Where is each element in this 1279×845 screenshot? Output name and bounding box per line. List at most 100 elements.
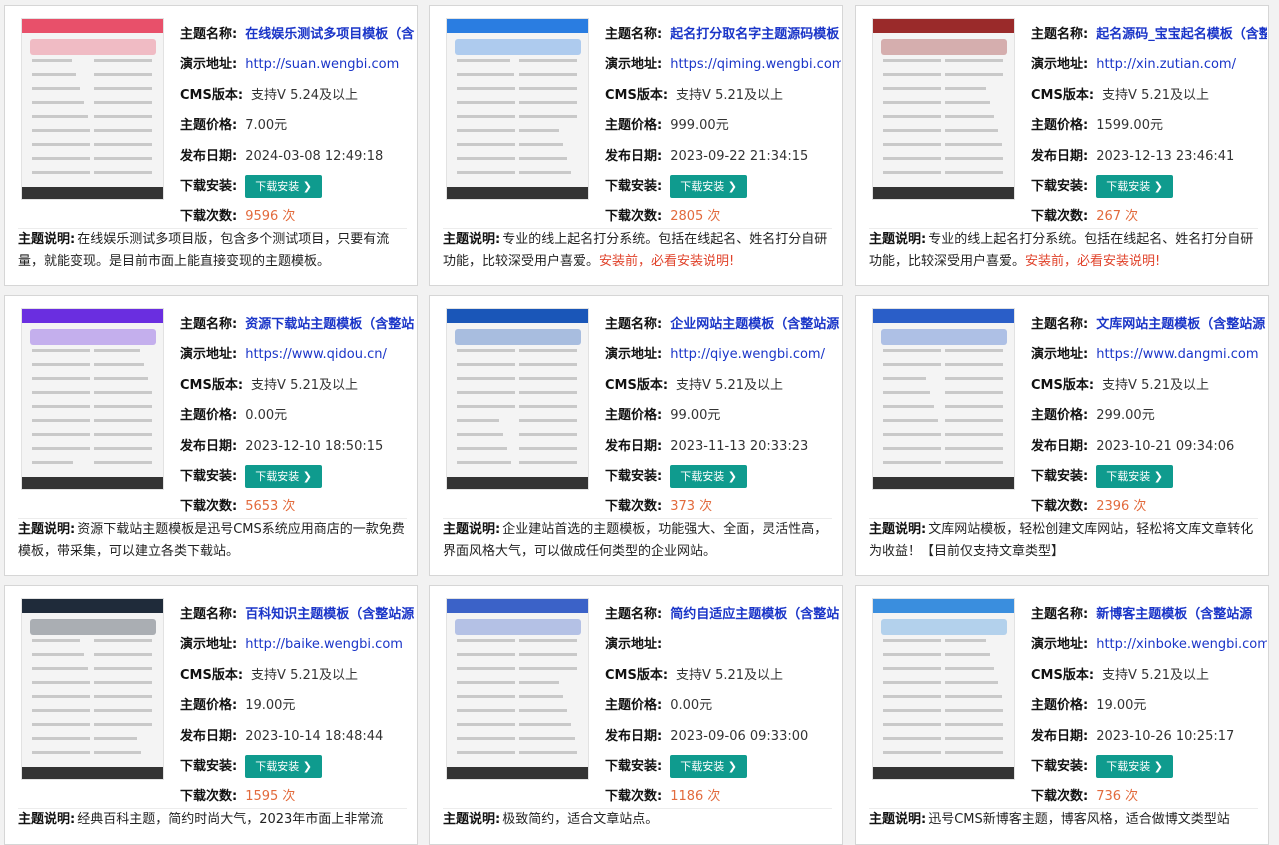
download-install-button[interactable]: 下载安装 ❯ bbox=[670, 754, 747, 778]
theme-card: 主题名称: 新博客主题模板（含整站源 演示地址: http://xinboke.we… bbox=[855, 585, 1269, 845]
theme-price: 299.00元 bbox=[1096, 408, 1155, 424]
theme-name-link[interactable]: 起名打分取名字主题源码模板 bbox=[670, 27, 839, 42]
cms-version: 支持V 5.21及以上 bbox=[676, 667, 784, 683]
release-date: 2023-11-13 20:33:23 bbox=[670, 438, 809, 454]
download-count: 736 次 bbox=[1096, 789, 1139, 805]
theme-price: 99.00元 bbox=[670, 408, 721, 424]
desc-text: 文库网站模板，轻松创建文库网站，轻松将文库文章转化为收益！【目前仅支持文章类型】 bbox=[869, 522, 1254, 559]
theme-description: 主题说明: 资源下载站主题模板是迅号CMS系统应用商店的一款免费模板，带采集，可以… bbox=[18, 518, 407, 563]
theme-description: 主题说明: 专业的线上起名打分系统。包括在线起名、姓名打分自研功能，比较深受用户喜… bbox=[869, 228, 1258, 273]
name-label: 主题名称: bbox=[1031, 607, 1089, 622]
download-count: 373 次 bbox=[670, 499, 713, 515]
theme-preview-image[interactable] bbox=[21, 598, 164, 780]
theme-price: 19.00元 bbox=[1096, 698, 1147, 714]
demo-url-link[interactable]: https://www.dangmi.com bbox=[1096, 347, 1258, 362]
demo-url-link[interactable]: https://qiming.wengbi.com bbox=[670, 57, 841, 72]
demo-url-link[interactable]: http://suan.wengbi.com bbox=[245, 57, 399, 72]
demo-url-link[interactable]: http://baike.wengbi.com bbox=[245, 637, 403, 652]
theme-price: 1599.00元 bbox=[1096, 118, 1163, 134]
price-label: 主题价格: bbox=[1031, 118, 1089, 134]
release-date: 2023-12-10 18:50:15 bbox=[245, 438, 384, 454]
desc-label: 主题说明: bbox=[443, 812, 501, 827]
demo-label: 演示地址: bbox=[180, 637, 238, 653]
cms-label: CMS版本: bbox=[1031, 667, 1095, 683]
demo-label: 演示地址: bbox=[1031, 637, 1089, 653]
price-label: 主题价格: bbox=[605, 698, 663, 714]
cms-version: 支持V 5.21及以上 bbox=[1102, 87, 1210, 103]
download-install-button[interactable]: 下载安装 ❯ bbox=[1096, 464, 1173, 488]
download-count: 2805 次 bbox=[670, 209, 721, 225]
desc-text: 经典百科主题，简约时尚大气，2023年市面上非常流 bbox=[77, 812, 384, 827]
name-label: 主题名称: bbox=[180, 317, 238, 332]
cms-label: CMS版本: bbox=[605, 377, 669, 393]
downloads-label: 下载次数: bbox=[1031, 789, 1089, 805]
downloads-label: 下载次数: bbox=[180, 499, 238, 515]
demo-url-link[interactable]: http://xinboke.wengbi.com/ bbox=[1096, 637, 1267, 652]
theme-name-link[interactable]: 文库网站主题模板（含整站源 bbox=[1096, 317, 1265, 332]
demo-url-link[interactable]: https://www.qidou.cn/ bbox=[245, 347, 387, 362]
demo-label: 演示地址: bbox=[1031, 57, 1089, 73]
download-install-button[interactable]: 下载安装 ❯ bbox=[1096, 174, 1173, 198]
demo-label: 演示地址: bbox=[180, 347, 238, 363]
install-warning[interactable]: 安装前，必看安装说明! bbox=[1025, 254, 1160, 269]
download-install-button[interactable]: 下载安装 ❯ bbox=[245, 754, 322, 778]
cms-label: CMS版本: bbox=[1031, 377, 1095, 393]
downloads-label: 下载次数: bbox=[180, 209, 238, 225]
desc-text: 极致简约，适合文章站点。 bbox=[502, 812, 659, 827]
downloads-label: 下载次数: bbox=[180, 789, 238, 805]
theme-preview-image[interactable] bbox=[872, 18, 1015, 200]
theme-name-link[interactable]: 在线娱乐测试多项目模板（含 bbox=[245, 27, 414, 42]
theme-preview-image[interactable] bbox=[21, 308, 164, 490]
theme-description: 主题说明: 专业的线上起名打分系统。包括在线起名、姓名打分自研功能，比较深受用户喜… bbox=[443, 228, 832, 273]
theme-preview-image[interactable] bbox=[872, 308, 1015, 490]
theme-name-link[interactable]: 起名源码_宝宝起名模板（含整 bbox=[1096, 27, 1267, 42]
desc-text: 企业建站首选的主题模板，功能强大、全面，灵活性高，界面风格大气，可以做成任何类型… bbox=[443, 522, 828, 559]
name-label: 主题名称: bbox=[605, 607, 663, 622]
demo-url-link[interactable]: http://xin.zutian.com/ bbox=[1096, 57, 1236, 72]
theme-name-link[interactable]: 简约自适应主题模板（含整站 bbox=[670, 607, 839, 622]
name-label: 主题名称: bbox=[180, 27, 238, 42]
install-label: 下载安装: bbox=[180, 758, 238, 774]
theme-card: 主题名称: 简约自适应主题模板（含整站 演示地址: CMS版本: 支持V 5.21及… bbox=[429, 585, 843, 845]
download-install-button[interactable]: 下载安装 ❯ bbox=[245, 174, 322, 198]
install-warning[interactable]: 安装前，必看安装说明! bbox=[599, 254, 734, 269]
cms-label: CMS版本: bbox=[180, 377, 244, 393]
theme-preview-image[interactable] bbox=[872, 598, 1015, 780]
demo-url-link[interactable]: http://qiye.wengbi.com/ bbox=[670, 347, 825, 362]
cms-label: CMS版本: bbox=[180, 87, 244, 103]
release-date: 2023-12-13 23:46:41 bbox=[1096, 148, 1235, 164]
theme-name-link[interactable]: 百科知识主题模板（含整站源 bbox=[245, 607, 414, 622]
downloads-label: 下载次数: bbox=[1031, 499, 1089, 515]
desc-text: 资源下载站主题模板是迅号CMS系统应用商店的一款免费模板，带采集，可以建立各类下… bbox=[18, 522, 405, 559]
cms-label: CMS版本: bbox=[605, 667, 669, 683]
demo-label: 演示地址: bbox=[1031, 347, 1089, 363]
cms-version: 支持V 5.21及以上 bbox=[251, 667, 359, 683]
theme-description: 主题说明: 极致简约，适合文章站点。 bbox=[443, 808, 832, 831]
desc-label: 主题说明: bbox=[18, 522, 76, 537]
theme-preview-image[interactable] bbox=[21, 18, 164, 200]
download-install-button[interactable]: 下载安装 ❯ bbox=[670, 174, 747, 198]
theme-preview-image[interactable] bbox=[446, 598, 589, 780]
price-label: 主题价格: bbox=[1031, 408, 1089, 424]
release-date: 2023-09-22 21:34:15 bbox=[670, 148, 809, 164]
name-label: 主题名称: bbox=[605, 317, 663, 332]
install-label: 下载安装: bbox=[180, 178, 238, 194]
cms-version: 支持V 5.24及以上 bbox=[251, 87, 359, 103]
date-label: 发布日期: bbox=[180, 438, 238, 454]
install-label: 下载安装: bbox=[605, 468, 663, 484]
cms-version: 支持V 5.21及以上 bbox=[676, 377, 784, 393]
install-label: 下载安装: bbox=[605, 178, 663, 194]
download-install-button[interactable]: 下载安装 ❯ bbox=[245, 464, 322, 488]
downloads-label: 下载次数: bbox=[605, 789, 663, 805]
theme-preview-image[interactable] bbox=[446, 308, 589, 490]
theme-name-link[interactable]: 企业网站主题模板（含整站源 bbox=[670, 317, 839, 332]
theme-card: 主题名称: 文库网站主题模板（含整站源 演示地址: https://www.dang… bbox=[855, 295, 1269, 576]
download-install-button[interactable]: 下载安装 ❯ bbox=[1096, 754, 1173, 778]
theme-preview-image[interactable] bbox=[446, 18, 589, 200]
desc-label: 主题说明: bbox=[18, 232, 76, 247]
theme-name-link[interactable]: 资源下载站主题模板（含整站 bbox=[245, 317, 414, 332]
download-install-button[interactable]: 下载安装 ❯ bbox=[670, 464, 747, 488]
release-date: 2023-10-26 10:25:17 bbox=[1096, 728, 1235, 744]
name-label: 主题名称: bbox=[1031, 317, 1089, 332]
theme-name-link[interactable]: 新博客主题模板（含整站源 bbox=[1096, 607, 1252, 622]
